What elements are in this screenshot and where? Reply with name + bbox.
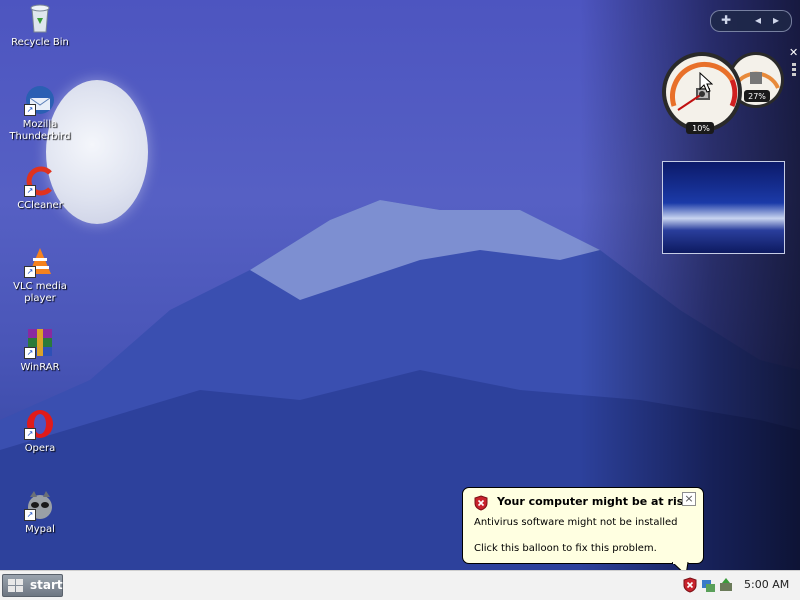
desktop-icon-ccleaner[interactable]: ↗ CCleaner [6, 165, 74, 212]
add-gadget-icon[interactable]: ✚ [721, 13, 731, 27]
slideshow-gadget[interactable] [662, 161, 785, 254]
start-button[interactable]: start [2, 574, 63, 597]
desktop-icon-label: Mypal [25, 524, 55, 535]
cpu-meter-gadget[interactable]: 10% 27% [660, 50, 790, 146]
mouse-cursor-icon [699, 72, 713, 93]
vlc-icon: ↗ [24, 246, 56, 278]
desktop-icon-recycle-bin[interactable]: Recycle Bin [6, 2, 74, 49]
gadget-close-icon[interactable]: ✕ [789, 47, 799, 58]
network-tray-icon[interactable] [700, 577, 716, 593]
recycle-bin-icon [24, 2, 56, 34]
start-label: start [30, 578, 63, 592]
shortcut-arrow-icon: ↗ [24, 428, 36, 440]
ccleaner-icon: ↗ [24, 165, 56, 197]
desktop-icon-label: Mozilla Thunderbird [9, 119, 71, 142]
cpu-usage-value: 10% [692, 124, 710, 133]
shortcut-arrow-icon: ↗ [24, 104, 36, 116]
taskbar-clock[interactable]: 5:00 AM [744, 578, 789, 591]
shortcut-arrow-icon: ↗ [24, 347, 36, 359]
balloon-message: Antivirus software might not be installe… [474, 517, 678, 528]
next-gadget-icon[interactable]: ▸ [773, 13, 779, 27]
desktop-icon-opera[interactable]: ↗ Opera [6, 408, 74, 455]
desktop-icon-label: Recycle Bin [11, 37, 69, 48]
desktop-icon-vlc[interactable]: ↗ VLC media player [6, 246, 74, 305]
desktop-icon-thunderbird[interactable]: ↗ Mozilla Thunderbird [6, 84, 74, 143]
desktop-icon-winrar[interactable]: ↗ WinRAR [6, 327, 74, 374]
desktop-icon-mypal[interactable]: ↗ Mypal [6, 489, 74, 536]
desktop-icon-label: VLC media player [13, 281, 67, 304]
gadget-toolbar: ✚ ◂ ▸ [710, 10, 792, 32]
desktop-icon-label: WinRAR [20, 362, 60, 373]
balloon-close-button[interactable]: × [682, 492, 696, 506]
balloon-instruction: Click this balloon to fix this problem. [474, 543, 657, 554]
security-center-tray-icon[interactable] [682, 577, 698, 593]
previous-gadget-icon[interactable]: ◂ [755, 13, 761, 27]
safely-remove-hardware-tray-icon[interactable] [718, 577, 734, 593]
shortcut-arrow-icon: ↗ [24, 185, 36, 197]
gadget-drag-grip-icon[interactable] [791, 62, 797, 78]
desktop-icon-label: CCleaner [17, 200, 63, 211]
winrar-icon: ↗ [24, 327, 56, 359]
thunderbird-icon: ↗ [24, 84, 56, 116]
shortcut-arrow-icon: ↗ [24, 266, 36, 278]
windows-logo-icon [8, 579, 23, 592]
mypal-icon: ↗ [24, 489, 56, 521]
opera-icon: ↗ [24, 408, 56, 440]
shield-warning-icon [474, 495, 488, 511]
desktop-icon-label: Opera [24, 443, 56, 454]
security-alert-balloon[interactable]: Your computer might be at risk × Antivir… [462, 487, 704, 564]
shortcut-arrow-icon: ↗ [24, 509, 36, 521]
balloon-title: Your computer might be at risk [497, 495, 691, 508]
memory-usage-value: 27% [748, 92, 766, 101]
cpu-meter-dials [662, 52, 784, 134]
